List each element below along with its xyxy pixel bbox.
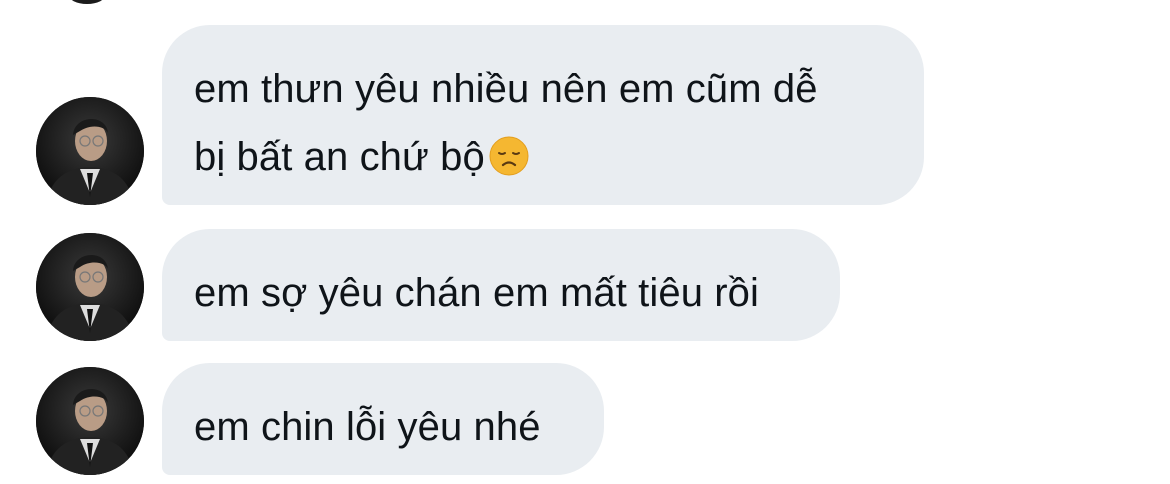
avatar-photo — [36, 367, 144, 475]
message-bubble[interactable]: em thưn yêu nhiều nên em cũm dễ bị bất a… — [162, 25, 924, 205]
message-text-line-2: bị bất an chứ bộ — [194, 123, 892, 191]
avatar[interactable] — [36, 233, 144, 341]
message-text: em chin lỗi yêu nhé — [194, 405, 541, 449]
message-bubble[interactable]: em sợ yêu chán em mất tiêu rồi — [162, 229, 840, 341]
avatar-photo — [36, 97, 144, 205]
disappointed-face-emoji — [489, 136, 529, 176]
message-text-line-2-text: bị bất an chứ bộ — [194, 135, 485, 179]
message-text-line-1: em thưn yêu nhiều nên em cũm dễ — [194, 67, 818, 111]
message-text: em sợ yêu chán em mất tiêu rồi — [194, 271, 760, 315]
avatar-photo — [36, 233, 144, 341]
avatar[interactable] — [36, 367, 144, 475]
avatar[interactable] — [36, 97, 144, 205]
message-bubble[interactable]: em chin lỗi yêu nhé — [162, 363, 604, 475]
previous-avatar-edge — [68, 0, 106, 4]
